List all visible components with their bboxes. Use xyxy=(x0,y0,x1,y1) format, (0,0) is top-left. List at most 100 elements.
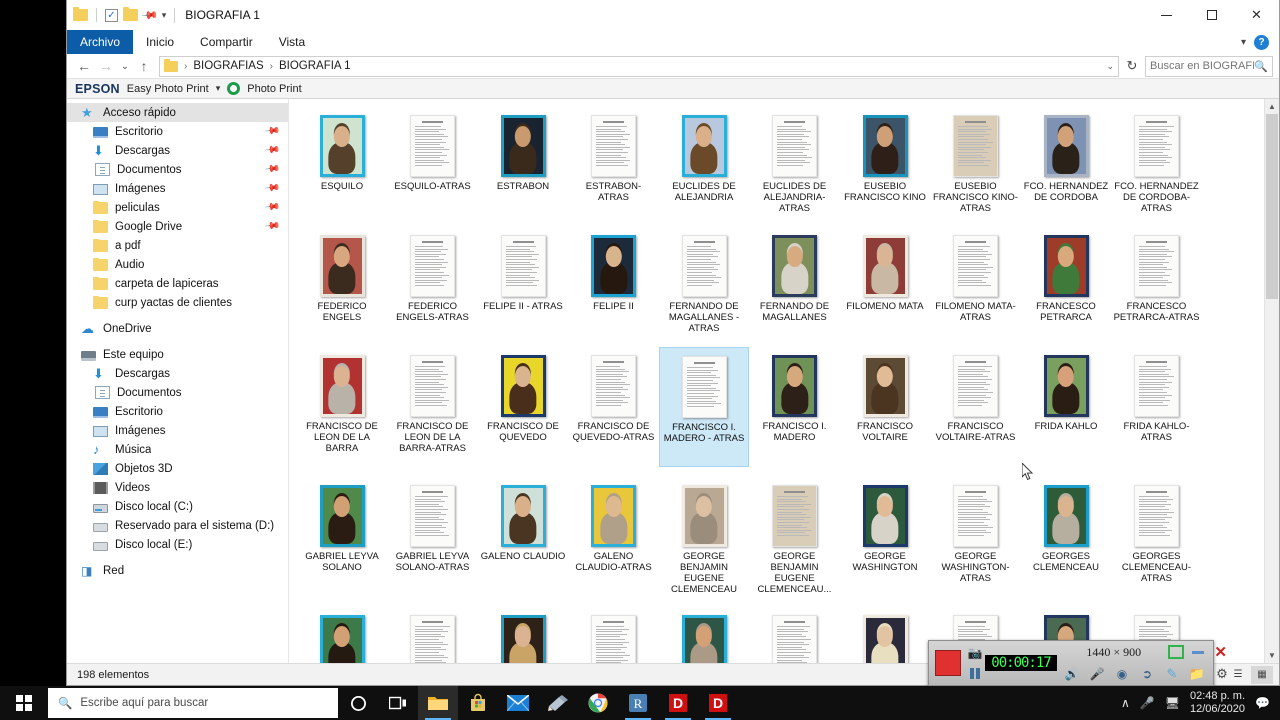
file-item[interactable]: FRANCISCO VOLTAIRE-ATRAS xyxy=(931,347,1021,467)
sidebar-item-m-sica[interactable]: ♪ Música xyxy=(67,440,288,459)
file-list-pane[interactable]: ESQUILO ESQUILO-ATRAS ESTRABON ESTRABON-ATR… xyxy=(289,99,1279,663)
chevron-down-icon[interactable]: ▾ xyxy=(1241,37,1246,48)
file-item[interactable]: GEORGES CLEMENCEAU xyxy=(1021,477,1111,597)
file-item[interactable]: HELMHOLTZ H. xyxy=(750,607,840,663)
file-item[interactable]: EUCLIDES DE ALEJANDRIA xyxy=(659,107,749,227)
minimize-icon[interactable] xyxy=(1192,650,1205,654)
customize-caret-icon[interactable]: ▾ xyxy=(162,10,167,21)
show-hidden-icons-chevron[interactable]: ∧ xyxy=(1121,696,1130,710)
app-d-icon-2[interactable]: D xyxy=(698,686,738,720)
file-item[interactable]: ESTRABON xyxy=(478,107,568,227)
pin-icon[interactable]: 📌 xyxy=(263,161,280,177)
breadcrumb-item-biografia-1[interactable]: BIOGRAFIA 1 xyxy=(279,60,351,72)
help-icon[interactable]: ? xyxy=(1254,34,1269,50)
scrollbar-thumb[interactable] xyxy=(1266,114,1278,299)
up-button[interactable]: ↑ xyxy=(133,55,155,77)
sidebar-item-descargas[interactable]: ⬇ Descargas 📌 xyxy=(67,141,288,160)
task-view-icon[interactable] xyxy=(378,686,418,720)
file-item[interactable]: GEORGE WASHINGTON-ATRAS xyxy=(931,477,1021,597)
file-item[interactable]: FRANCISCO DE LEON DE LA BARRA xyxy=(297,347,387,467)
folder-icon[interactable] xyxy=(73,7,88,21)
pin-icon[interactable]: 📌 xyxy=(263,123,280,139)
close-icon[interactable]: ✕ xyxy=(1214,643,1227,661)
recent-locations-button[interactable]: ⌄ xyxy=(117,55,133,77)
taskbar-search-box[interactable]: 🔍 Escribe aquí para buscar xyxy=(48,688,338,718)
file-item[interactable]: GABRIEL LEYVA SOLANO-ATRAS xyxy=(388,477,478,597)
file-explorer-icon[interactable] xyxy=(418,686,458,720)
mail-icon[interactable] xyxy=(498,686,538,720)
pin-icon[interactable]: 📌 xyxy=(263,218,280,234)
sidebar-item-acceso-r-pido[interactable]: ★ Acceso rápido xyxy=(67,103,288,122)
file-item[interactable]: GEORGE WASHINGTON xyxy=(840,477,930,597)
file-item[interactable]: GABRIEL LEYVA SOLANO xyxy=(297,477,387,597)
pin-icon[interactable]: 📌 xyxy=(263,199,280,215)
folder-icon[interactable]: 📁 xyxy=(1186,664,1208,684)
sidebar-item-este-equipo[interactable]: Este equipo xyxy=(67,345,288,364)
back-button[interactable]: ← xyxy=(73,55,95,77)
file-item[interactable]: EUSEBIO FRANCISCO KINO-ATRAS xyxy=(931,107,1021,227)
file-item[interactable]: FELIPE II xyxy=(569,227,659,347)
file-item[interactable]: EUCLIDES DE ALEJANDRIA-ATRAS xyxy=(750,107,840,227)
tab-vista[interactable]: Vista xyxy=(266,30,318,54)
cursor-icon[interactable]: ➲ xyxy=(1136,664,1158,684)
sidebar-item-escritorio[interactable]: Escritorio 📌 xyxy=(67,122,288,141)
file-item[interactable]: GEORGE BENJAMIN EUGENE CLEMENCEAU... xyxy=(750,477,840,607)
file-item[interactable]: FCO. HERNANDEZ DE CORDOBA-ATRAS xyxy=(1112,107,1202,227)
chevron-down-icon[interactable]: ▾ xyxy=(216,83,221,94)
file-item[interactable]: FRANCISCO I. MADERO xyxy=(750,347,840,467)
file-item[interactable]: FRIDA KAHLO xyxy=(1021,347,1111,467)
pin-icon[interactable]: 📌 xyxy=(263,180,280,196)
file-item[interactable]: HALES STEPHEN xyxy=(478,607,568,663)
sidebar-item-im-genes[interactable]: Imágenes 📌 xyxy=(67,179,288,198)
sidebar-item-google-drive[interactable]: Google Drive 📌 xyxy=(67,217,288,236)
navigation-pane[interactable]: ★ Acceso rápido Escritorio 📌 ⬇ Descargas 📌 Docu… xyxy=(67,99,289,663)
tab-compartir[interactable]: Compartir xyxy=(187,30,266,54)
sidebar-item-objetos-3d[interactable]: Objetos 3D xyxy=(67,459,288,478)
clock[interactable]: 02:48 p. m. 12/06/2020 xyxy=(1190,690,1245,716)
file-item[interactable]: FRANCISCO DE LEON DE LA BARRA-ATRAS xyxy=(388,347,478,477)
stop-recording-button[interactable] xyxy=(935,650,961,676)
start-button[interactable] xyxy=(0,686,48,720)
cortana-icon[interactable] xyxy=(338,686,378,720)
file-item[interactable]: FRIDA KAHLO-ATRAS xyxy=(1112,347,1202,467)
restore-icon[interactable] xyxy=(1168,645,1185,659)
microsoft-store-icon[interactable] xyxy=(458,686,498,720)
epson-photo-print-button[interactable]: Photo Print xyxy=(247,83,301,95)
google-chrome-icon[interactable] xyxy=(578,686,618,720)
sidebar-item-descargas[interactable]: ⬇ Descargas xyxy=(67,364,288,383)
file-item[interactable]: FRANCISCO VOLTAIRE xyxy=(840,347,930,467)
file-item[interactable]: GUEVARA,ERNES xyxy=(388,607,478,663)
file-item[interactable]: FRANCESCO PETRARCA-ATRAS xyxy=(1112,227,1202,347)
sidebar-item-curp-yactas-de-clientes[interactable]: curp yactas de clientes xyxy=(67,293,288,312)
webcam-icon[interactable]: ◉ xyxy=(1111,664,1133,684)
forward-button[interactable]: → xyxy=(95,55,117,77)
sidebar-item-videos[interactable]: Videos xyxy=(67,478,288,497)
camera-icon[interactable]: 📷 xyxy=(965,644,985,662)
scroll-up-button[interactable]: ▲ xyxy=(1265,99,1279,114)
speaker-icon[interactable]: 🔊 xyxy=(1061,664,1083,684)
gear-icon[interactable]: ⚙ xyxy=(1211,664,1233,684)
pause-button[interactable] xyxy=(965,664,985,682)
microphone-icon[interactable]: 🎤 xyxy=(1086,664,1108,684)
file-item[interactable]: FILOMENO MATA xyxy=(840,227,930,347)
sidebar-item-red[interactable]: ◨ Red xyxy=(67,561,288,580)
sidebar-item-reservado-para-el-sistema-d[interactable]: Reservado para el sistema (D:) xyxy=(67,516,288,535)
sidebar-item-escritorio[interactable]: Escritorio xyxy=(67,402,288,421)
pin-icon[interactable]: 📌 xyxy=(263,142,280,158)
sidebar-item-documentos[interactable]: Documentos 📌 xyxy=(67,160,288,179)
microphone-icon[interactable]: 🎤 xyxy=(1140,696,1155,710)
file-item[interactable]: ESQUILO-ATRAS xyxy=(388,107,478,227)
file-item[interactable]: ESQUILO xyxy=(297,107,387,227)
chevron-down-icon[interactable]: ⌄ xyxy=(1106,61,1114,72)
sidebar-item-im-genes[interactable]: Imágenes xyxy=(67,421,288,440)
tab-archivo[interactable]: Archivo xyxy=(67,30,134,54)
search-box[interactable]: 🔍 xyxy=(1145,55,1273,77)
file-item[interactable]: FELIPE II - ATRAS xyxy=(478,227,568,347)
new-folder-icon[interactable] xyxy=(123,7,138,21)
breadcrumb-item-biografias[interactable]: BIOGRAFIAS xyxy=(193,60,263,72)
pencil-icon[interactable]: ✎ xyxy=(1161,664,1183,684)
file-item[interactable]: FRANCESCO PETRARCA xyxy=(1021,227,1111,347)
file-item[interactable]: GUEVARA,ERNES xyxy=(297,607,387,663)
file-item[interactable]: GEORGES CLEMENCEAU-ATRAS xyxy=(1112,477,1202,597)
file-item[interactable]: FRANCISCO I. MADERO - ATRAS xyxy=(659,347,749,467)
